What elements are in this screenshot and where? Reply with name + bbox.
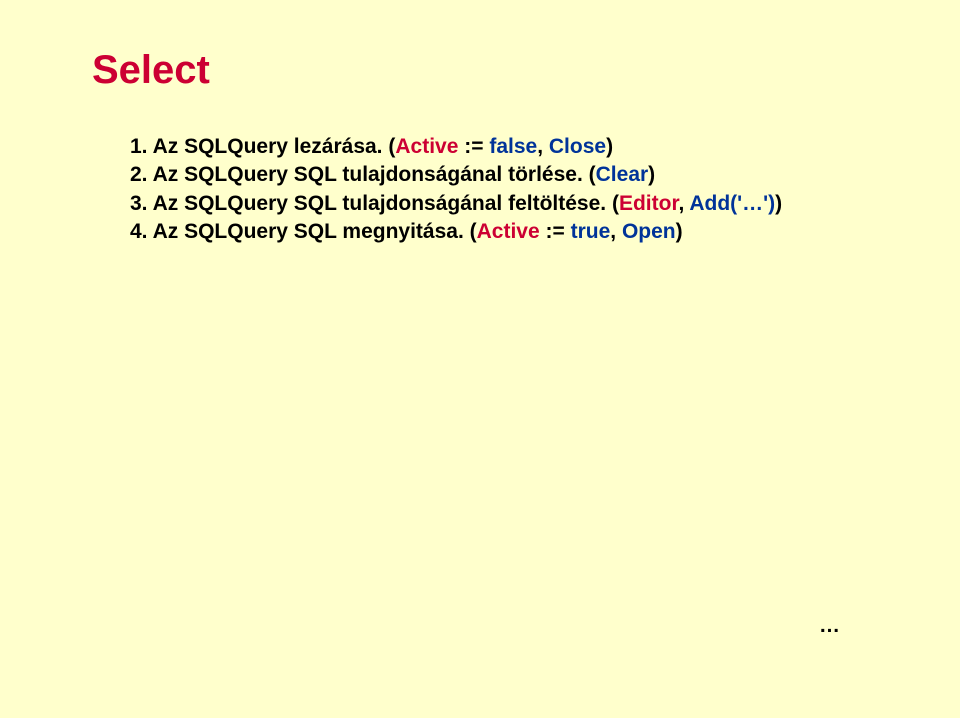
slide-title: Select [92,48,868,93]
item-number: 4. [130,220,148,243]
paren-open: ( [612,192,619,215]
item-text: Az SQLQuery SQL tulajdonságánal törlése. [153,163,589,186]
code-blue: Close [549,135,606,158]
code-red: Editor [619,192,679,215]
list-item: 3. Az SQLQuery SQL tulajdonságánal feltö… [130,190,868,218]
list-item: 4. Az SQLQuery SQL megnyitása. (Active :… [130,218,868,246]
item-number: 2. [130,163,148,186]
numbered-list: 1. Az SQLQuery lezárása. (Active := fals… [130,133,868,246]
code-blue: true [571,220,611,243]
item-text: Az SQLQuery SQL megnyitása. [153,220,470,243]
item-number: 3. [130,192,148,215]
paren-open: ( [589,163,596,186]
paren-close: ) [775,192,782,215]
code-blue: Open [622,220,676,243]
list-item: 2. Az SQLQuery SQL tulajdonságánal törlé… [130,161,868,189]
code-blue: Add('…') [689,192,775,215]
paren-close: ) [648,163,655,186]
paren-close: ) [676,220,683,243]
code-blue: Clear [596,163,649,186]
code-red: Active [395,135,458,158]
item-number: 1. [130,135,148,158]
item-text: Az SQLQuery lezárása. [153,135,389,158]
ellipsis-text: … [819,614,840,638]
code-black: := [458,135,489,158]
paren-close: ) [606,135,613,158]
code-black: , [610,220,622,243]
code-black: , [537,135,549,158]
code-blue: false [489,135,537,158]
list-item: 1. Az SQLQuery lezárása. (Active := fals… [130,133,868,161]
code-red: Active [477,220,540,243]
item-text: Az SQLQuery SQL tulajdonságánal feltölté… [153,192,612,215]
paren-open: ( [470,220,477,243]
code-black: := [540,220,571,243]
code-black: , [678,192,689,215]
